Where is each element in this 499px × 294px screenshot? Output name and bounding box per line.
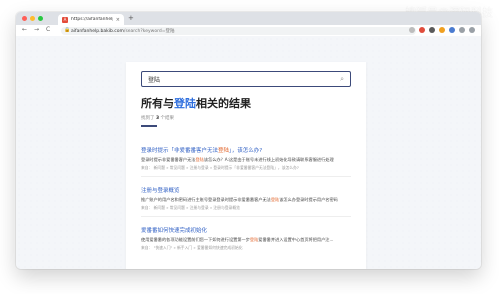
title-prefix: 所有与 (141, 97, 174, 110)
address-bar[interactable]: 🔒 aifanfanhelp.bakib.com/search?keyword=… (61, 26, 416, 35)
snippet-text: 爱番番并进入设置中心首页将把用户注... (258, 237, 334, 242)
result-title-text: 注册与登录概览 (141, 188, 180, 194)
count-number: 3 (155, 116, 160, 121)
result-item: 注册与登录概览 推广账户的用户名和密码进行主账号登录登录时提示非爱番番客户无法登… (141, 186, 351, 211)
result-snippet: 使用爱番番的各项功能设置前们您一下如何进行设置第一步登陆爱番番并进入设置中心首页… (141, 237, 351, 243)
favicon-icon: A (62, 16, 68, 23)
result-item: 登录时提示「非爱番番客户无法登陆」，该怎么办? 登录时提示非爱番番客户无法登陆该… (141, 146, 351, 171)
search-value: 登陆 (148, 76, 161, 84)
title-suffix: 相关的结果 (196, 97, 251, 110)
extension-icon[interactable] (449, 26, 455, 33)
maximize-window-button[interactable] (38, 16, 43, 21)
url-text: aifanfanhelp.bakib.com/search?keyword=登陆 (71, 28, 174, 34)
tab-close-icon[interactable]: × (116, 17, 120, 23)
page-title: 所有与登陆相关的结果 (141, 95, 251, 111)
extension-icon[interactable] (439, 26, 445, 33)
tab-title: https://aifanfanhelp.bakib.com (71, 17, 113, 22)
browser-tab[interactable]: A https://aifanfanhelp.bakib.com × (58, 14, 124, 25)
result-snippet: 推广账户的用户名和密码进行主账号登录登录时提示非爱番番客户无法登陆该怎么办登录时… (141, 197, 351, 203)
search-icon[interactable]: ⌕ (340, 75, 344, 84)
snippet-text: 该怎么办？A:这是由于账号未进行线上初始化导致请联系客服进行处理 (203, 157, 334, 162)
result-title-hit: 登陆 (218, 148, 230, 154)
back-button[interactable]: ← (22, 26, 27, 33)
minimize-window-button[interactable] (30, 16, 35, 21)
forward-button[interactable]: → (34, 26, 39, 33)
snippet-text: 使用爱番番的各项功能设置前们您一下如何进行设置第一步 (141, 237, 250, 242)
title-underline (141, 125, 157, 127)
result-snippet: 登录时提示非爱番番客户无法登陆该怎么办？A:这是由于账号未进行线上初始化导致请联… (141, 157, 351, 163)
lock-icon: 🔒 (64, 26, 71, 33)
result-divider (141, 176, 351, 177)
url-host: aifanfanhelp.bakib.com (71, 28, 124, 34)
result-source[interactable]: 来自： "快速入门" » 新手入门 » 爱番番如何快速完成初始化 (141, 245, 351, 251)
result-divider (141, 216, 351, 217)
result-title-text: 爱番番如何快速完成初始化 (141, 228, 208, 234)
extension-icon[interactable] (429, 26, 435, 33)
count-suffix: 个结果 (160, 116, 175, 121)
close-window-button[interactable] (22, 16, 27, 21)
search-results-card: 登陆 ⌕ 所有与登陆相关的结果 找到了 3 个结果 登录时提示「非爱番番客户无法… (126, 62, 366, 269)
result-count: 找到了 3 个结果 (141, 115, 174, 121)
snippet-text: 推广账户的用户名和密码进行主账号登录登录时提示非爱番番客户无法 (141, 197, 271, 202)
menu-icon[interactable] (469, 26, 475, 33)
count-prefix: 找到了 (141, 116, 155, 121)
result-item: 爱番番如何快速完成初始化 使用爱番番的各项功能设置前们您一下如何进行设置第一步登… (141, 226, 351, 251)
title-keyword: 登陆 (174, 97, 196, 110)
snippet-hit: 登陆 (195, 157, 204, 162)
page-content: 登陆 ⌕ 所有与登陆相关的结果 找到了 3 个结果 登录时提示「非爱番番客户无法… (16, 36, 481, 269)
reload-button[interactable]: C (46, 26, 50, 33)
new-tab-button[interactable]: + (128, 14, 134, 22)
result-title-link[interactable]: 登录时提示「非爱番番客户无法登陆」，该怎么办? (141, 146, 351, 154)
browser-window: A https://aifanfanhelp.bakib.com × + ← →… (16, 12, 481, 269)
extension-icon[interactable] (419, 26, 425, 33)
result-title-link[interactable]: 注册与登录概览 (141, 186, 351, 194)
snippet-text: 登录时提示非爱番番客户无法 (141, 157, 196, 162)
result-title-text: 登录时提示「非爱番番客户无法 (141, 148, 219, 154)
tab-bar: A https://aifanfanhelp.bakib.com × + (16, 12, 481, 25)
extension-icons (409, 26, 475, 33)
bookmark-icon[interactable] (409, 26, 415, 33)
result-title-link[interactable]: 爱番番如何快速完成初始化 (141, 226, 351, 234)
snippet-text: 该怎么办登录时提示用户名密码 (279, 197, 338, 202)
search-input[interactable]: 登陆 ⌕ (141, 71, 351, 87)
result-title-text: 」，该怎么办? (229, 148, 263, 154)
result-source[interactable]: 来自： 新问题 » 常见问题 » 注册与登录 » 注册与登录概览 (141, 205, 351, 211)
url-path: /search?keyword=登陆 (123, 28, 175, 34)
window-controls (22, 16, 43, 21)
result-source[interactable]: 来自： 新问题 » 常见问题 » 注册与登录 » 登录时提示「非爱番番客户无法登… (141, 165, 351, 171)
snippet-hit: 登陆 (270, 197, 280, 202)
profile-avatar[interactable] (459, 26, 465, 33)
